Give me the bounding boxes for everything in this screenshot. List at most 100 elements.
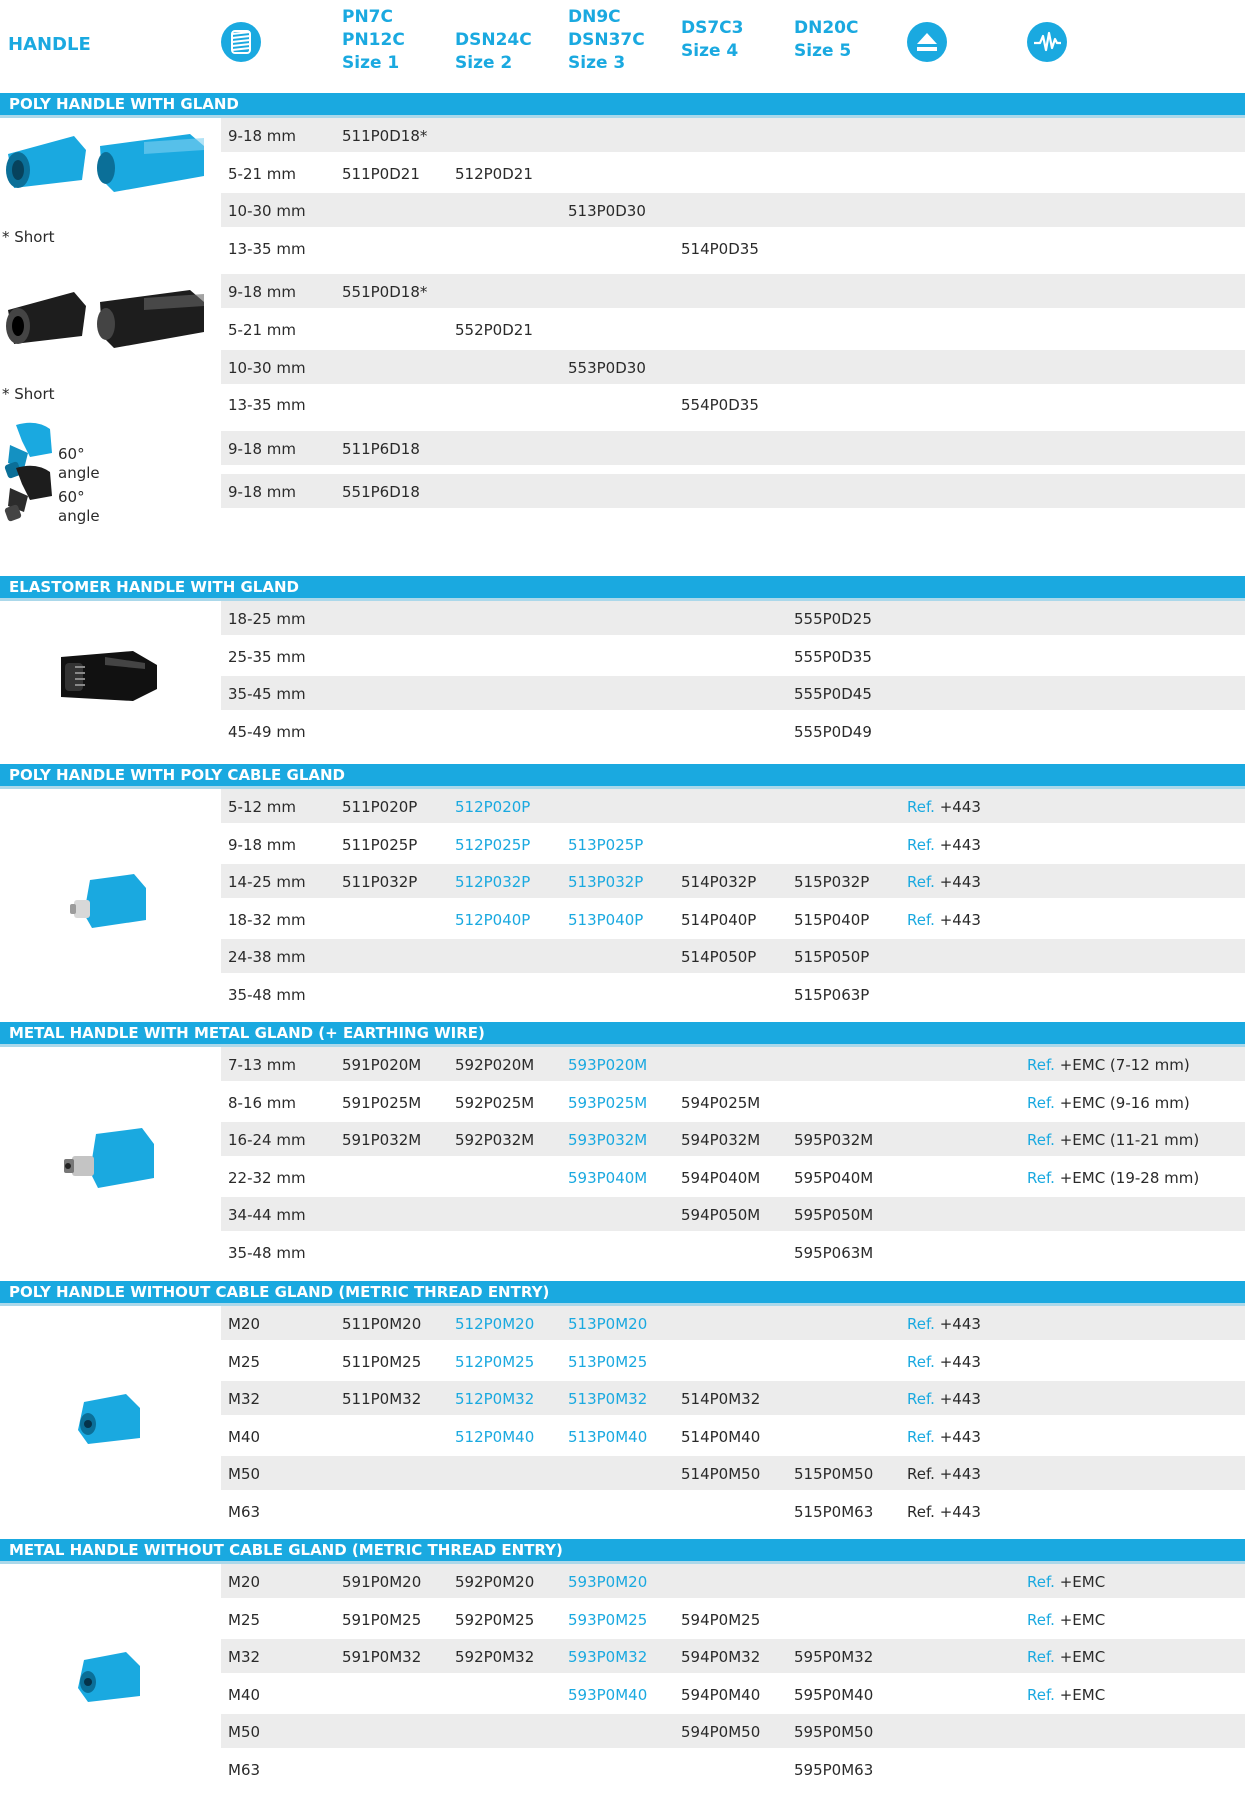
cable-range: M25 [228,1352,261,1371]
cable-range: M40 [228,1427,261,1446]
part-number: 551P6D18 [342,483,420,502]
part-number: 514P050P [681,948,757,967]
part-number: 511P025P [342,835,418,854]
part-number: 595P0M50 [794,1723,874,1742]
section-title: ELASTOMER HANDLE WITH GLAND [9,578,299,596]
reference-note: Ref. +443 [907,835,981,854]
reference-note: Ref. +443 [907,798,981,816]
black-angled-handle-image [2,462,54,528]
part-number: 593P020M [568,1056,648,1074]
table-header: HANDLE PN7C PN12C Size 1 DSN24C Size 2 D… [0,0,1245,88]
catalog-page: HANDLE PN7C PN12C Size 1 DSN24C Size 2 D… [0,0,1245,1796]
table-row: 35-48 mm 595P063M [221,1235,1245,1271]
cable-range: M50 [228,1723,261,1742]
col-header-size-4: DS7C3 Size 4 [681,17,744,63]
emc-wave-icon [1027,22,1067,62]
reference-note: Ref. +EMC (9-16 mm) [1027,1093,1190,1112]
part-number: 595P050M [794,1206,874,1225]
cable-range: 34-44 mm [228,1206,306,1225]
table-row: M63 515P0M63 Ref. +443 [221,1494,1245,1530]
cable-range: M25 [228,1610,261,1629]
part-number: 513P0M25 [568,1352,648,1371]
col-header-line: Size 3 [568,53,626,73]
cable-range: 13-35 mm [228,239,306,258]
table-row: 16-24 mm 591P032M 592P032M 593P032M 594P032M… [221,1122,1245,1159]
cable-range: 10-30 mm [228,202,306,221]
part-number: 552P0D21 [455,321,533,339]
cable-range: 5-12 mm [228,798,297,816]
part-number: 593P0M25 [568,1610,648,1629]
part-number: 592P0M25 [455,1610,535,1629]
cable-range: M32 [228,1648,261,1667]
reference-note: Ref. +EMC (19-28 mm) [1027,1168,1200,1187]
part-number: 511P0M25 [342,1352,422,1371]
part-number: 595P032M [794,1131,874,1150]
short-note: * Short [2,228,55,247]
table-row: M50 594P0M50 595P0M50 [221,1714,1245,1751]
reference-note: Ref. +443 [907,1390,981,1409]
part-number: 513P0M32 [568,1390,648,1409]
part-number: 515P063P [794,986,870,1004]
cable-range: M20 [228,1315,261,1333]
cable-range: M50 [228,1465,261,1484]
table-row: M63 595P0M63 [221,1752,1245,1788]
part-number: 594P040M [681,1168,761,1187]
cable-range: 9-18 mm [228,483,297,502]
cable-range: M40 [228,1685,261,1704]
reference-note: Ref. +443 [907,1427,981,1446]
part-number: 512P020P [455,798,531,816]
blue-handle-metal-gland-image [62,1124,158,1200]
ref-label: Ref. [1027,1610,1055,1629]
reference-note: Ref. +EMC (11-21 mm) [1027,1131,1200,1150]
cable-range: 10-30 mm [228,358,306,377]
cable-range: 13-35 mm [228,396,306,415]
table-row: 10-30 mm 513P0D30 [221,193,1245,230]
black-elastomer-handle-image [55,643,165,713]
col-header-line: Size 5 [794,41,852,61]
part-number: 555P0D25 [794,610,872,628]
section-title: POLY HANDLE WITHOUT CABLE GLAND (METRIC … [9,1283,550,1301]
part-number: 592P025M [455,1093,535,1112]
col-header-line: DSN24C [455,30,532,50]
part-number: 512P0M20 [455,1315,535,1333]
section-header: POLY HANDLE WITHOUT CABLE GLAND (METRIC … [0,1281,1245,1306]
part-number: 593P0M40 [568,1685,648,1704]
part-number: 551P0D18* [342,283,428,302]
reference-note: Ref. +EMC [1027,1648,1106,1667]
col-header-line: Size 4 [681,41,739,61]
part-number: 594P025M [681,1093,761,1112]
section-title: POLY HANDLE WITH POLY CABLE GLAND [9,766,345,784]
cable-range: 8-16 mm [228,1093,297,1112]
reference-note: Ref. +EMC [1027,1610,1106,1629]
ref-label: Ref. [1027,1685,1055,1704]
cable-range: 16-24 mm [228,1131,306,1150]
blue-handle-poly-gland-image [70,870,150,938]
ref-label: Ref. [1027,1093,1055,1112]
col-header-size-3: DN9C DSN37C Size 3 [568,6,645,75]
ref-label: Ref. [907,1427,935,1446]
table-row: 9-18 mm 551P0D18* [221,274,1245,311]
part-number: 593P0M32 [568,1648,648,1667]
table-row: 18-32 mm 512P040P 513P040P 514P040P 515P040P… [221,902,1245,938]
cable-range: 18-32 mm [228,910,306,929]
ref-label: Ref. [907,1465,935,1484]
part-number: 511P0D21 [342,164,420,183]
part-number: 515P040P [794,910,870,929]
reference-note: Ref. +443 [907,1352,981,1371]
table-row: 5-12 mm 511P020P 512P020P Ref. +443 [221,789,1245,825]
cable-range: 5-21 mm [228,164,297,183]
black-straight-handles-image [4,286,214,362]
table-row: 14-25 mm 511P032P 512P032P 513P032P 514P032P… [221,864,1245,901]
part-number: 593P025M [568,1093,648,1112]
ref-label: Ref. [1027,1573,1055,1591]
cable-range: 25-35 mm [228,647,306,666]
table-row: 22-32 mm 593P040M 594P040M 595P040M Ref. +EM… [221,1160,1245,1196]
table-row: 8-16 mm 591P025M 592P025M 593P025M 594P025M R… [221,1085,1245,1121]
ref-label: Ref. [907,1503,935,1521]
blue-straight-handles-image [4,130,214,206]
section-header: POLY HANDLE WITH GLAND [0,93,1245,118]
part-number: 591P0M25 [342,1610,422,1629]
ref-label: Ref. [1027,1648,1055,1667]
cable-range: 24-38 mm [228,948,306,967]
part-number: 595P040M [794,1168,874,1187]
